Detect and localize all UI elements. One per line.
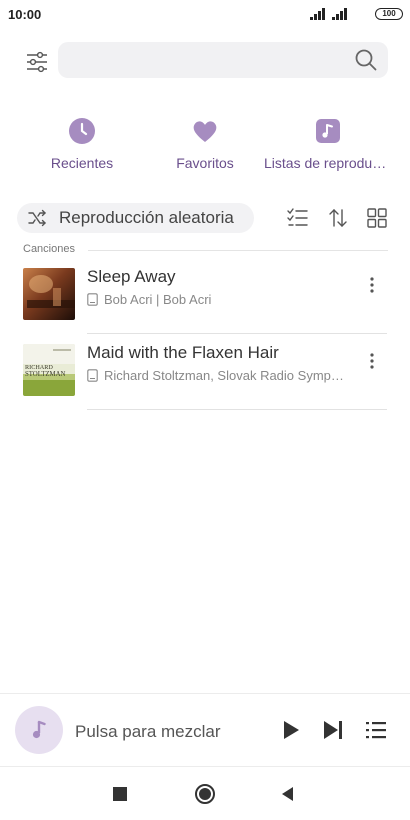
search-icon[interactable] bbox=[354, 48, 378, 72]
cover-title: RICHARD bbox=[25, 364, 53, 371]
status-bar: 10:00 100 bbox=[0, 0, 410, 30]
more-options-icon[interactable] bbox=[362, 351, 382, 371]
shuffle-icon bbox=[28, 209, 46, 227]
album-cover: RICHARD STOLTZMAN bbox=[23, 344, 75, 396]
song-title: Maid with the Flaxen Hair bbox=[87, 343, 279, 362]
category-label: Recientes bbox=[50, 155, 114, 171]
status-time: 10:00 bbox=[8, 7, 42, 22]
skip-next-icon[interactable] bbox=[321, 718, 345, 742]
navigation-bar bbox=[0, 766, 410, 820]
filter-button[interactable] bbox=[22, 47, 52, 77]
grid-view-icon[interactable] bbox=[365, 206, 389, 230]
category-playlists[interactable]: Listas de reproducción bbox=[264, 117, 392, 171]
section-label: Canciones bbox=[23, 243, 75, 255]
song-row[interactable]: Sleep Away Bob Acri | Bob Acri bbox=[0, 258, 410, 334]
queue-icon[interactable] bbox=[364, 718, 388, 742]
sort-icon[interactable] bbox=[326, 206, 350, 230]
signal-icon bbox=[332, 8, 348, 20]
back-button-icon[interactable] bbox=[277, 783, 299, 805]
search-input[interactable] bbox=[58, 42, 388, 78]
song-artist: Bob Acri | Bob Acri bbox=[104, 292, 212, 307]
music-note-icon bbox=[316, 119, 340, 143]
clock-icon bbox=[69, 118, 95, 144]
recents-button-icon[interactable] bbox=[109, 783, 131, 805]
signal-icon bbox=[310, 8, 326, 20]
player-status-text: Pulsa para mezclar bbox=[75, 722, 221, 741]
mini-player[interactable]: Pulsa para mezclar bbox=[0, 693, 410, 766]
category-recent[interactable]: Recientes bbox=[17, 117, 147, 171]
category-label: Listas de reproducción bbox=[264, 155, 392, 171]
checklist-icon[interactable] bbox=[286, 206, 310, 230]
category-label: Favoritos bbox=[176, 155, 234, 171]
shuffle-button[interactable]: Reproducción aleatoria bbox=[17, 203, 254, 233]
section-divider bbox=[88, 250, 388, 251]
song-row[interactable]: RICHARD STOLTZMAN Maid with the Flaxen H… bbox=[0, 334, 410, 410]
more-options-icon[interactable] bbox=[362, 275, 382, 295]
heart-icon bbox=[193, 121, 217, 142]
song-subtitle: Richard Stoltzman, Slovak Radio Symphony… bbox=[87, 368, 347, 383]
sd-card-icon bbox=[87, 293, 98, 306]
song-artist: Richard Stoltzman, Slovak Radio Symphony… bbox=[104, 368, 347, 383]
song-subtitle: Bob Acri | Bob Acri bbox=[87, 292, 347, 307]
battery-level: 100 bbox=[382, 9, 396, 18]
row-divider bbox=[87, 409, 387, 410]
song-title: Sleep Away bbox=[87, 267, 176, 286]
sd-card-icon bbox=[87, 369, 98, 382]
play-icon[interactable] bbox=[279, 718, 303, 742]
home-button-icon[interactable] bbox=[194, 783, 216, 805]
music-note-icon bbox=[32, 720, 46, 739]
cover-title: STOLTZMAN bbox=[25, 371, 66, 378]
battery-icon: 100 bbox=[375, 8, 403, 20]
category-favorites[interactable]: Favoritos bbox=[140, 117, 270, 171]
album-cover bbox=[23, 268, 75, 320]
sliders-icon bbox=[27, 51, 47, 73]
shuffle-label: Reproducción aleatoria bbox=[59, 208, 234, 227]
player-artwork bbox=[15, 706, 63, 754]
